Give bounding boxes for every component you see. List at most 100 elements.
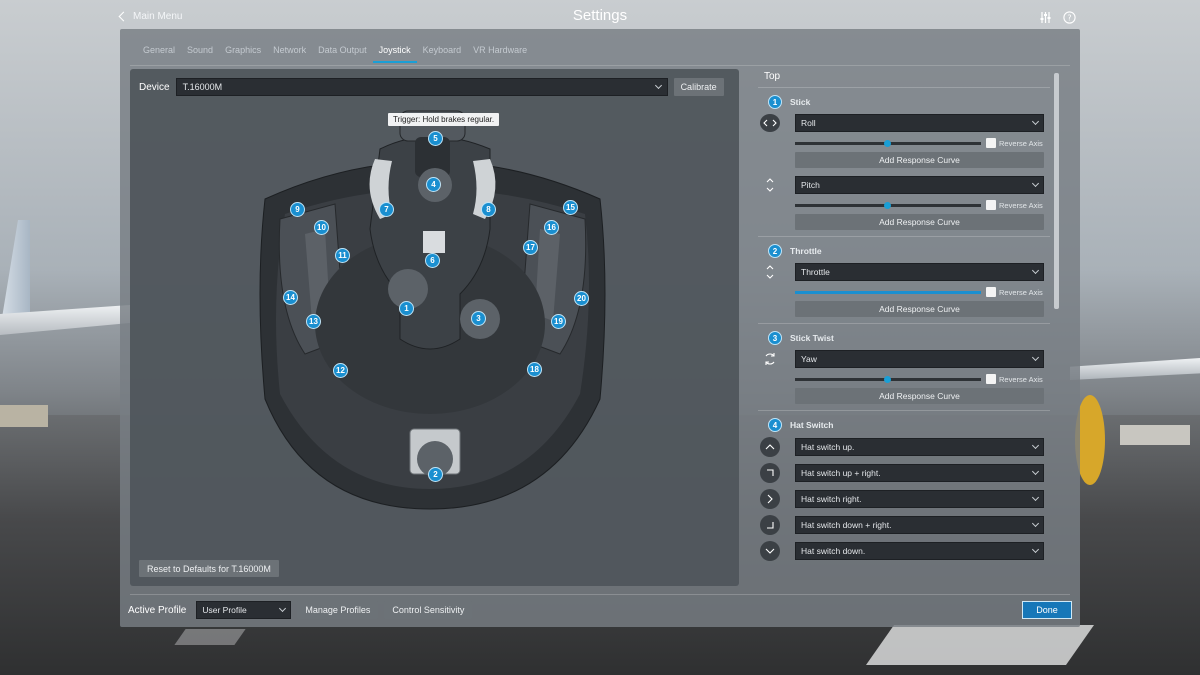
yaw-sensitivity-slider[interactable] (795, 375, 981, 383)
tab-data-output[interactable]: Data Output (312, 39, 373, 63)
button-marker-11[interactable]: 11 (335, 248, 350, 263)
button-marker-7[interactable]: 7 (379, 202, 394, 217)
button-marker-20[interactable]: 20 (574, 291, 589, 306)
tab-divider (130, 65, 1070, 66)
roll-sensitivity-slider[interactable] (795, 139, 981, 147)
slider-knob[interactable] (884, 375, 891, 383)
corner-down-right-icon (760, 515, 780, 535)
background-building (0, 405, 48, 427)
group-stick: 1 Stick Roll Reverse Axis Add Response C… (754, 88, 1050, 230)
device-select[interactable]: T.16000M (175, 78, 668, 96)
button-marker-12[interactable]: 12 (333, 363, 348, 378)
control-sensitivity-button[interactable]: Control Sensitivity (384, 601, 473, 619)
hat-down-select[interactable]: Hat switch down. (795, 542, 1044, 560)
hat-value: Hat switch down + right. (801, 520, 892, 530)
button-marker-13[interactable]: 13 (306, 314, 321, 329)
slider-knob[interactable] (884, 139, 891, 147)
button-marker-15[interactable]: 15 (563, 200, 578, 215)
slider-knob[interactable] (884, 201, 891, 209)
axis-value: Roll (801, 118, 816, 128)
svg-text:?: ? (1067, 13, 1071, 22)
mapping-scrollbar[interactable] (1054, 73, 1059, 309)
chevron-up-icon (760, 437, 780, 457)
hat-down-right-select[interactable]: Hat switch down + right. (795, 516, 1044, 534)
reset-defaults-button[interactable]: Reset to Defaults for T.16000M (139, 560, 279, 577)
pitch-sensitivity-slider[interactable] (795, 201, 981, 209)
trigger-tooltip: Trigger: Hold brakes regular. (388, 113, 500, 126)
tab-joystick[interactable]: Joystick (372, 39, 417, 63)
roll-axis-select[interactable]: Roll (795, 114, 1044, 132)
runway-stripe (865, 625, 1095, 665)
yaw-axis-select[interactable]: Yaw (795, 350, 1044, 368)
chevron-right-icon (760, 489, 780, 509)
button-marker-10[interactable]: 10 (314, 220, 329, 235)
axis-value: Pitch (801, 180, 820, 190)
button-marker-9[interactable]: 9 (290, 202, 305, 217)
hat-right-select[interactable]: Hat switch right. (795, 490, 1044, 508)
button-marker-18[interactable]: 18 (527, 362, 542, 377)
button-marker-19[interactable]: 19 (551, 314, 566, 329)
hat-up-select[interactable]: Hat switch up. (795, 438, 1044, 456)
profile-select[interactable]: User Profile (196, 601, 292, 619)
button-marker-16[interactable]: 16 (544, 220, 559, 235)
reverse-pitch-checkbox[interactable] (986, 200, 996, 210)
group-number-badge: 2 (768, 244, 782, 258)
device-row: Device T.16000M Calibrate (139, 78, 724, 96)
reverse-roll-checkbox[interactable] (986, 138, 996, 148)
chevron-down-icon (1031, 493, 1040, 502)
chevron-down-icon (1031, 545, 1040, 554)
add-yaw-curve-button[interactable]: Add Response Curve (795, 388, 1044, 404)
throttle-axis-select[interactable]: Throttle (795, 263, 1044, 281)
tab-graphics[interactable]: Graphics (219, 39, 267, 63)
button-marker-14[interactable]: 14 (283, 290, 298, 305)
button-marker-1[interactable]: 1 (399, 301, 414, 316)
device-value: T.16000M (182, 82, 223, 92)
button-marker-17[interactable]: 17 (523, 240, 538, 255)
button-marker-2[interactable]: 2 (428, 467, 443, 482)
device-panel: Device T.16000M Calibrate Trigger: Hold … (130, 69, 739, 586)
button-marker-3[interactable]: 3 (471, 311, 486, 326)
chevron-down-icon (1031, 467, 1040, 476)
add-throttle-curve-button[interactable]: Add Response Curve (795, 301, 1044, 317)
reverse-axis-label: Reverse Axis (999, 287, 1043, 297)
group-title: Stick Twist (790, 333, 834, 343)
group-number-badge: 1 (768, 95, 782, 109)
group-number-badge: 4 (768, 418, 782, 432)
tab-general[interactable]: General (137, 39, 181, 63)
hat-value: Hat switch right. (801, 494, 862, 504)
tab-sound[interactable]: Sound (181, 39, 219, 63)
button-marker-5[interactable]: 5 (428, 131, 443, 146)
tab-network[interactable]: Network (267, 39, 312, 63)
footer-divider (130, 594, 1070, 595)
add-roll-curve-button[interactable]: Add Response Curve (795, 152, 1044, 168)
tab-vr-hardware[interactable]: VR Hardware (467, 39, 533, 63)
button-marker-8[interactable]: 8 (481, 202, 496, 217)
help-icon[interactable]: ? (1062, 10, 1076, 24)
tab-keyboard[interactable]: Keyboard (417, 39, 468, 63)
manage-profiles-button[interactable]: Manage Profiles (297, 601, 379, 619)
pitch-axis-select[interactable]: Pitch (795, 176, 1044, 194)
calibrate-button[interactable]: Calibrate (673, 78, 724, 96)
reverse-axis-label: Reverse Axis (999, 138, 1043, 148)
axis-value: Throttle (801, 267, 830, 277)
sliders-icon[interactable] (1038, 10, 1052, 24)
settings-tabs: General Sound Graphics Network Data Outp… (137, 39, 533, 63)
rotate-arrows-icon (760, 350, 780, 368)
reverse-throttle-checkbox[interactable] (986, 287, 996, 297)
reverse-axis-label: Reverse Axis (999, 374, 1043, 384)
group-title: Throttle (790, 246, 822, 256)
hat-value: Hat switch up + right. (801, 468, 881, 478)
throttle-sensitivity-slider[interactable] (795, 290, 981, 294)
done-button[interactable]: Done (1022, 601, 1072, 619)
add-pitch-curve-button[interactable]: Add Response Curve (795, 214, 1044, 230)
button-marker-4[interactable]: 4 (426, 177, 441, 192)
button-marker-6[interactable]: 6 (425, 253, 440, 268)
chevron-down-icon (760, 541, 780, 561)
group-stick-twist: 3 Stick Twist Yaw Reverse Axis Add Respo… (754, 324, 1050, 404)
chevron-down-icon (1031, 441, 1040, 450)
reverse-yaw-checkbox[interactable] (986, 374, 996, 384)
chevron-down-icon (1031, 179, 1040, 188)
runway-stripe (174, 629, 246, 645)
horizontal-arrows-icon (760, 114, 780, 132)
hat-up-right-select[interactable]: Hat switch up + right. (795, 464, 1044, 482)
